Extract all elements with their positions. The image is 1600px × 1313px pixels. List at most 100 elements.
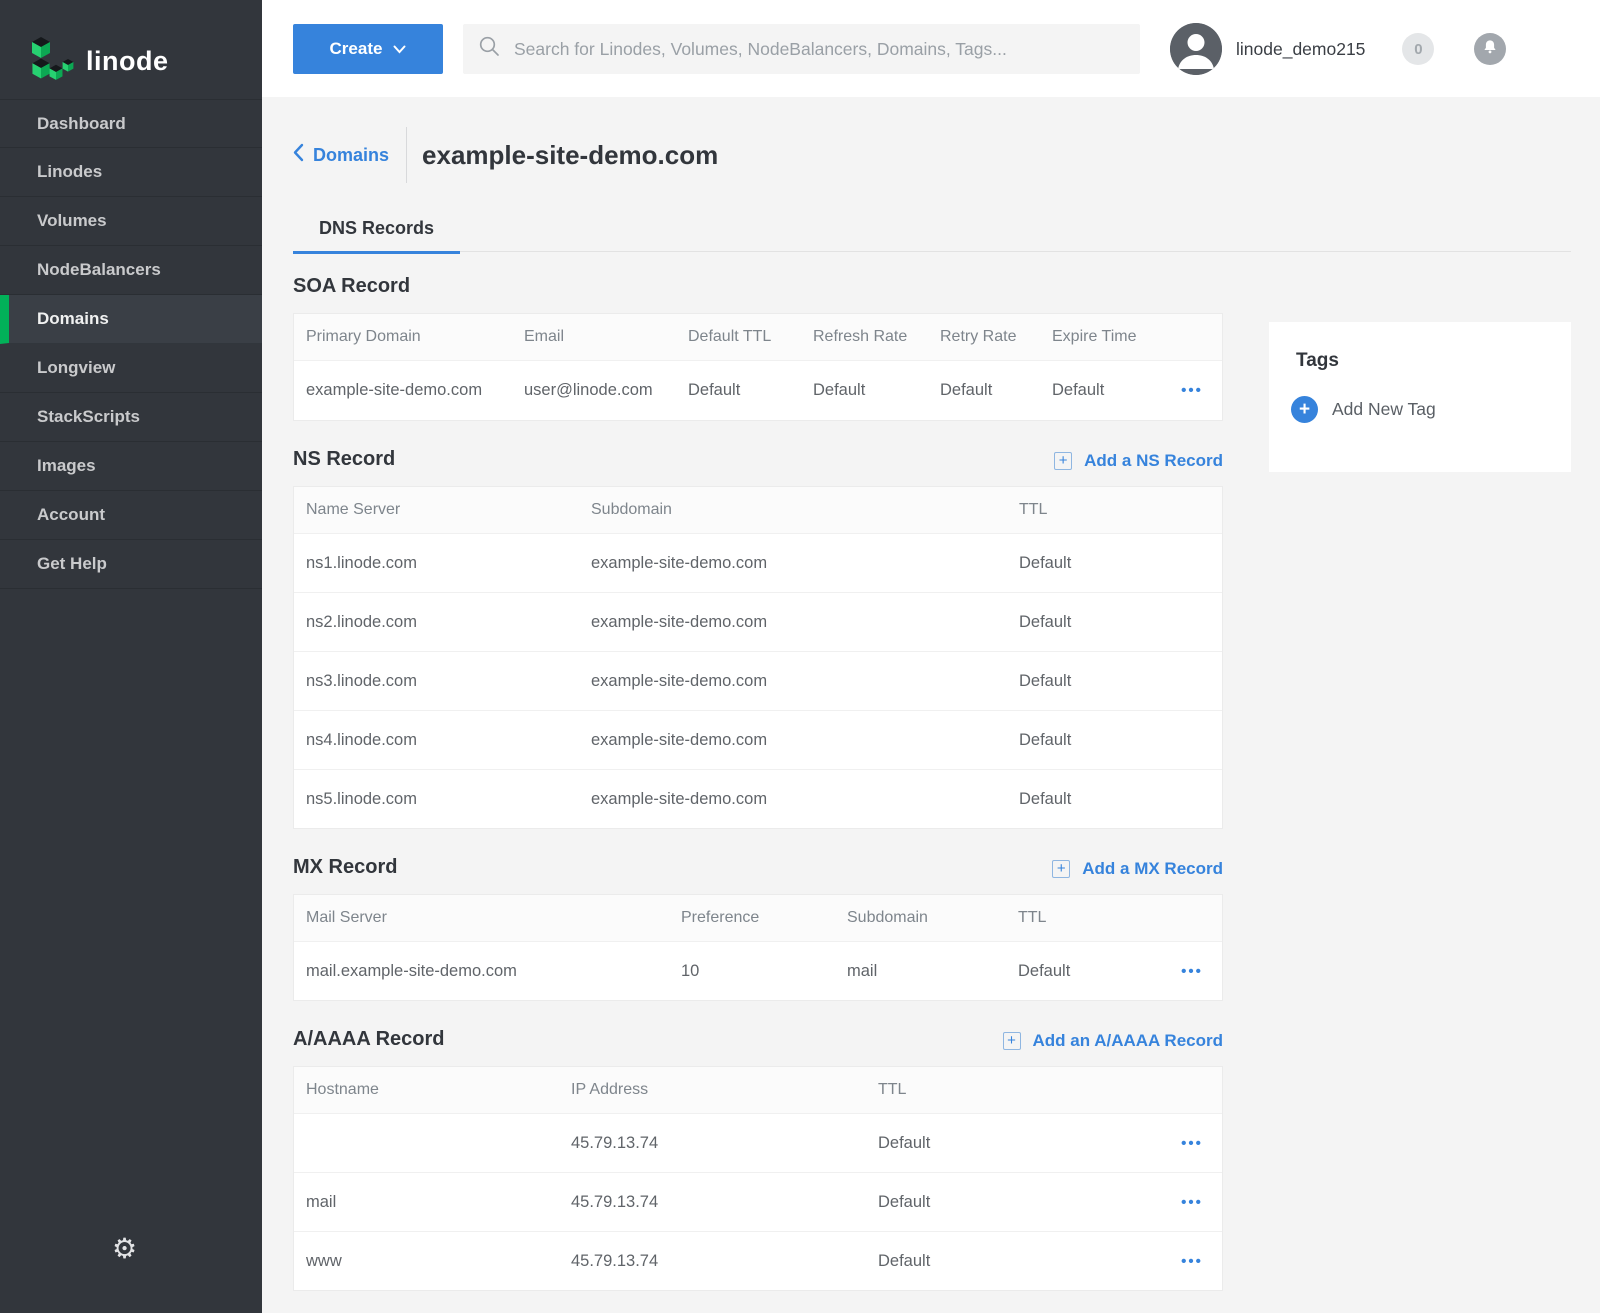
- page-title: example-site-demo.com: [422, 140, 718, 171]
- row-actions-menu-icon[interactable]: •••: [1162, 1194, 1222, 1211]
- linode-logo-icon: [28, 35, 74, 88]
- avatar[interactable]: [1170, 23, 1222, 75]
- cell-ttl: Default: [1007, 790, 1222, 809]
- mx-section-header: MX Record + Add a MX Record: [293, 853, 1223, 881]
- cell-ttl: Default: [866, 1134, 1162, 1153]
- global-search[interactable]: [463, 24, 1140, 74]
- brand-name: linode: [86, 46, 169, 77]
- tab-bar: DNS Records: [293, 204, 1571, 252]
- sidebar-item-dashboard[interactable]: Dashboard: [0, 99, 262, 148]
- breadcrumb-back-label: Domains: [313, 145, 389, 166]
- cell-name-server: ns3.linode.com: [294, 672, 579, 691]
- sidebar-item-longview[interactable]: Longview: [0, 344, 262, 393]
- table-row: ns5.linode.com example-site-demo.com Def…: [294, 769, 1222, 828]
- add-new-tag-button[interactable]: + Add New Tag: [1291, 396, 1436, 423]
- cell-email: user@linode.com: [512, 381, 676, 400]
- sidebar-item-domains[interactable]: Domains: [0, 295, 262, 344]
- cell-ttl: Default: [1006, 962, 1162, 981]
- cell-name-server: ns2.linode.com: [294, 613, 579, 632]
- column-header: Email: [512, 328, 676, 346]
- cell-retry-rate: Default: [928, 381, 1040, 400]
- gear-icon[interactable]: ⚙: [112, 1232, 137, 1265]
- soa-section-title: SOA Record: [293, 272, 410, 300]
- add-mx-record-label: Add a MX Record: [1082, 857, 1223, 881]
- tab-dns-records[interactable]: DNS Records: [293, 204, 460, 252]
- username[interactable]: linode_demo215: [1236, 39, 1365, 60]
- sidebar-item-nodebalancers[interactable]: NodeBalancers: [0, 246, 262, 295]
- column-header: Primary Domain: [294, 328, 512, 346]
- ns-section-header: NS Record + Add a NS Record: [293, 445, 1223, 473]
- row-actions-menu-icon[interactable]: •••: [1162, 963, 1222, 980]
- table-row: ns3.linode.com example-site-demo.com Def…: [294, 651, 1222, 710]
- plus-square-icon: +: [1052, 860, 1070, 878]
- mx-table-header: Mail Server Preference Subdomain TTL: [294, 895, 1222, 941]
- cell-ttl: Default: [866, 1193, 1162, 1212]
- sidebar-item-get-help[interactable]: Get Help: [0, 540, 262, 589]
- cell-subdomain: mail: [835, 962, 1006, 981]
- cell-name-server: ns5.linode.com: [294, 790, 579, 809]
- table-row: ns1.linode.com example-site-demo.com Def…: [294, 533, 1222, 592]
- chevron-down-icon: [393, 39, 406, 59]
- search-input[interactable]: [514, 39, 1125, 60]
- add-a-record-button[interactable]: + Add an A/AAAA Record: [1003, 1029, 1223, 1053]
- a-table: Hostname IP Address TTL 45.79.13.74 Defa…: [293, 1066, 1223, 1291]
- table-row: mail 45.79.13.74 Default •••: [294, 1172, 1222, 1231]
- soa-table-header: Primary Domain Email Default TTL Refresh…: [294, 314, 1222, 360]
- row-actions-menu-icon[interactable]: •••: [1162, 382, 1222, 399]
- row-actions-menu-icon[interactable]: •••: [1162, 1253, 1222, 1270]
- cell-ttl: Default: [866, 1252, 1162, 1271]
- notification-count-badge[interactable]: 0: [1402, 33, 1434, 65]
- cell-ttl: Default: [1007, 731, 1222, 750]
- plus-square-icon: +: [1003, 1032, 1021, 1050]
- sidebar-item-account[interactable]: Account: [0, 491, 262, 540]
- cell-subdomain: example-site-demo.com: [579, 731, 1007, 750]
- column-header: Expire Time: [1040, 328, 1162, 346]
- chevron-left-icon: [293, 143, 304, 167]
- notifications-button[interactable]: [1474, 33, 1506, 65]
- column-header: Subdomain: [579, 501, 1007, 519]
- linode-logo[interactable]: linode: [0, 0, 262, 97]
- mx-table: Mail Server Preference Subdomain TTL mai…: [293, 894, 1223, 1001]
- records-column: SOA Record Primary Domain Email Default …: [293, 252, 1223, 1291]
- soa-section-header: SOA Record: [293, 272, 1223, 300]
- mx-section-title: MX Record: [293, 853, 397, 881]
- breadcrumb-divider: [406, 127, 407, 183]
- cell-mail-server: mail.example-site-demo.com: [294, 962, 669, 981]
- tags-panel-title: Tags: [1296, 350, 1571, 372]
- user-area: linode_demo215 0: [1170, 23, 1506, 75]
- sidebar-item-volumes[interactable]: Volumes: [0, 197, 262, 246]
- breadcrumb-back-link[interactable]: Domains: [293, 143, 389, 167]
- cell-default-ttl: Default: [676, 381, 801, 400]
- app-root: linode Dashboard Linodes Volumes NodeBal…: [0, 0, 1600, 1313]
- cell-subdomain: example-site-demo.com: [579, 672, 1007, 691]
- column-header: IP Address: [559, 1081, 866, 1099]
- add-ns-record-button[interactable]: + Add a NS Record: [1054, 449, 1223, 473]
- column-header: TTL: [1007, 501, 1222, 519]
- row-actions-menu-icon[interactable]: •••: [1162, 1135, 1222, 1152]
- cell-expire-time: Default: [1040, 381, 1162, 400]
- column-header: Preference: [669, 909, 835, 927]
- add-mx-record-button[interactable]: + Add a MX Record: [1052, 857, 1223, 881]
- cell-subdomain: example-site-demo.com: [579, 554, 1007, 573]
- table-row: mail.example-site-demo.com 10 mail Defau…: [294, 941, 1222, 1000]
- sidebar-item-images[interactable]: Images: [0, 442, 262, 491]
- sidebar-item-stackscripts[interactable]: StackScripts: [0, 393, 262, 442]
- cell-preference: 10: [669, 962, 835, 981]
- plus-square-icon: +: [1054, 452, 1072, 470]
- ns-section-title: NS Record: [293, 445, 395, 473]
- column-header: TTL: [1006, 909, 1162, 927]
- cell-refresh-rate: Default: [801, 381, 928, 400]
- create-button[interactable]: Create: [293, 24, 443, 74]
- column-header: Default TTL: [676, 328, 801, 346]
- tags-panel: Tags + Add New Tag: [1269, 322, 1571, 472]
- plus-circle-icon: +: [1291, 396, 1318, 423]
- cell-ip-address: 45.79.13.74: [559, 1193, 866, 1212]
- sidebar-item-linodes[interactable]: Linodes: [0, 148, 262, 197]
- column-header: Subdomain: [835, 909, 1006, 927]
- table-row: ns4.linode.com example-site-demo.com Def…: [294, 710, 1222, 769]
- column-header: Refresh Rate: [801, 328, 928, 346]
- column-header: Retry Rate: [928, 328, 1040, 346]
- column-header: Hostname: [294, 1081, 559, 1099]
- ns-table: Name Server Subdomain TTL ns1.linode.com…: [293, 486, 1223, 829]
- cell-ttl: Default: [1007, 554, 1222, 573]
